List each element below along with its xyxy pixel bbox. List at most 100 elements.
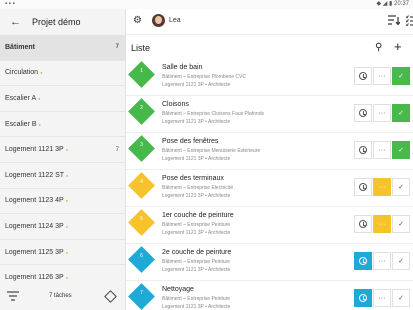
clock-icon [359,109,367,117]
task-row[interactable]: 7 Nettoyage Bâtiment – Entreprise Peintu… [126,282,413,310]
task-row[interactable]: 2 Cloisons Bâtiment – Entreprise Cloison… [126,97,413,133]
more-button[interactable]: ··· [373,141,391,159]
status-icons-left: ▪ ▪ ▪ [5,1,15,7]
complete-button[interactable]: ✓ [392,141,410,159]
status-dot-icon: ● [65,249,69,255]
complete-button[interactable]: ✓ [392,67,410,85]
schedule-button[interactable] [354,215,372,233]
sidebar-item-escalier-a[interactable]: Escalier A ● [0,86,125,112]
task-company: Bâtiment – Entreprise Peinture [162,259,231,265]
task-location: Logement 1121 3P • Architecte [162,119,231,125]
sidebar-item-label: Circulation [5,69,39,77]
sidebar-item-count: 7 [115,146,119,153]
sidebar-item-label: Logement 1122 ST [5,171,65,179]
task-status-diamond [128,61,155,88]
status-dot-icon: ● [38,121,41,127]
task-company: Bâtiment – Entreprise Cloisons Faux Plaf… [162,111,264,117]
task-number: 1 [140,68,143,74]
complete-button[interactable]: ✓ [392,215,410,233]
user-name: Lea [169,17,181,24]
clock-icon [359,257,367,265]
task-row[interactable]: 1 Salle de bain Bâtiment – Entreprise Pl… [126,60,413,96]
status-dot-icon: ● [65,198,69,204]
list-title: Liste [131,43,151,53]
schedule-button[interactable] [354,67,372,85]
complete-button[interactable]: ✓ [392,252,410,270]
task-count: 7 tâches [49,293,72,299]
task-location: Logement 1121 3P • Architecte [162,267,231,273]
task-status-diamond [128,246,155,273]
status-icons-right: ◆ ◢ ▮ 20:37 [376,1,409,7]
task-name: 1er couche de peinture [162,212,234,219]
more-button[interactable]: ··· [373,178,391,196]
sidebar-footer: 7 tâches [0,284,125,310]
clock-icon [359,294,367,302]
complete-button[interactable]: ✓ [392,104,410,122]
top-toolbar: ⚙ Lea [126,9,413,35]
task-name: Nettoyage [162,286,194,293]
task-location: Logement 1121 3P • Architecte [162,193,231,199]
task-location: Logement 1121 3P • Architecte [162,82,231,88]
complete-button[interactable]: ✓ [392,178,410,196]
task-name: Pose des fenêtres [162,138,219,145]
sidebar-item-logement-1125[interactable]: Logement 1125 3P ● [0,240,125,266]
back-arrow-icon[interactable]: ← [10,16,28,28]
task-name: 2e couche de peinture [162,249,232,256]
avatar[interactable] [152,14,165,27]
task-company: Bâtiment – Entreprise Plomberie CVC [162,74,246,80]
status-dot-icon: ● [65,223,69,229]
sidebar-item-label: Logement 1123 4P [5,197,64,205]
task-status-diamond [128,135,155,162]
add-task-icon[interactable]: + [394,39,402,54]
task-number: 5 [140,216,143,222]
sidebar-item-escalier-b[interactable]: Escalier B ● [0,112,125,138]
task-number: 7 [140,290,143,296]
more-button[interactable]: ··· [373,215,391,233]
task-name: Pose des terminaux [162,175,224,182]
task-status-diamond [128,209,155,236]
status-dot-icon: ● [65,275,69,281]
sidebar-item-logement-1123[interactable]: Logement 1123 4P ● [0,189,125,215]
more-button[interactable]: ··· [373,252,391,270]
search-icon[interactable]: ⚲ [375,42,382,53]
filter-icon[interactable] [7,291,19,301]
task-company: Bâtiment – Entreprise Menuiserie Extérie… [162,148,261,154]
gear-icon[interactable]: ⚙ [133,16,142,26]
clock-icon [359,146,367,154]
checklist-icon[interactable] [406,15,413,26]
sidebar-item-circulation[interactable]: Circulation ● [0,61,125,87]
sidebar-item-batiment[interactable]: Bâtiment 7 [0,35,125,61]
clock-icon [359,183,367,191]
task-row[interactable]: 4 Pose des terminaux Bâtiment – Entrepri… [126,171,413,207]
more-button[interactable]: ··· [373,67,391,85]
sidebar-item-label: Escalier B [5,120,37,128]
task-name: Cloisons [162,101,189,108]
task-company: Bâtiment – Entreprise Peinture [162,222,231,228]
clock-icon [359,220,367,228]
task-location: Logement 1121 3P • Architecte [162,230,231,236]
diamond-icon[interactable] [104,290,117,303]
task-row[interactable]: 3 Pose des fenêtres Bâtiment – Entrepris… [126,134,413,170]
sidebar-item-logement-1121[interactable]: Logement 1121 3P ● 7 [0,137,125,163]
status-dot-icon: ● [66,172,69,178]
schedule-button[interactable] [354,178,372,196]
task-number: 4 [140,179,143,185]
complete-button[interactable]: ✓ [392,289,410,307]
more-button[interactable]: ··· [373,104,391,122]
task-status-diamond [128,98,155,125]
sidebar-item-logement-1124[interactable]: Logement 1124 3P ● [0,214,125,240]
schedule-button[interactable] [354,289,372,307]
location-list: Bâtiment 7 Circulation ● Escalier A ● Es… [0,35,125,291]
sidebar-item-logement-1122[interactable]: Logement 1122 ST ● [0,163,125,189]
schedule-button[interactable] [354,141,372,159]
sidebar-item-count: 7 [115,44,119,51]
sidebar: ← Projet démo Bâtiment 7 Circulation ● E… [0,9,126,310]
project-title: Projet démo [32,17,81,27]
task-location: Logement 1121 3P • Architecte [162,156,231,162]
task-row[interactable]: 5 1er couche de peinture Bâtiment – Entr… [126,208,413,244]
sort-icon[interactable] [388,15,400,25]
schedule-button[interactable] [354,104,372,122]
schedule-button[interactable] [354,252,372,270]
task-row[interactable]: 6 2e couche de peinture Bâtiment – Entre… [126,245,413,281]
more-button[interactable]: ··· [373,289,391,307]
